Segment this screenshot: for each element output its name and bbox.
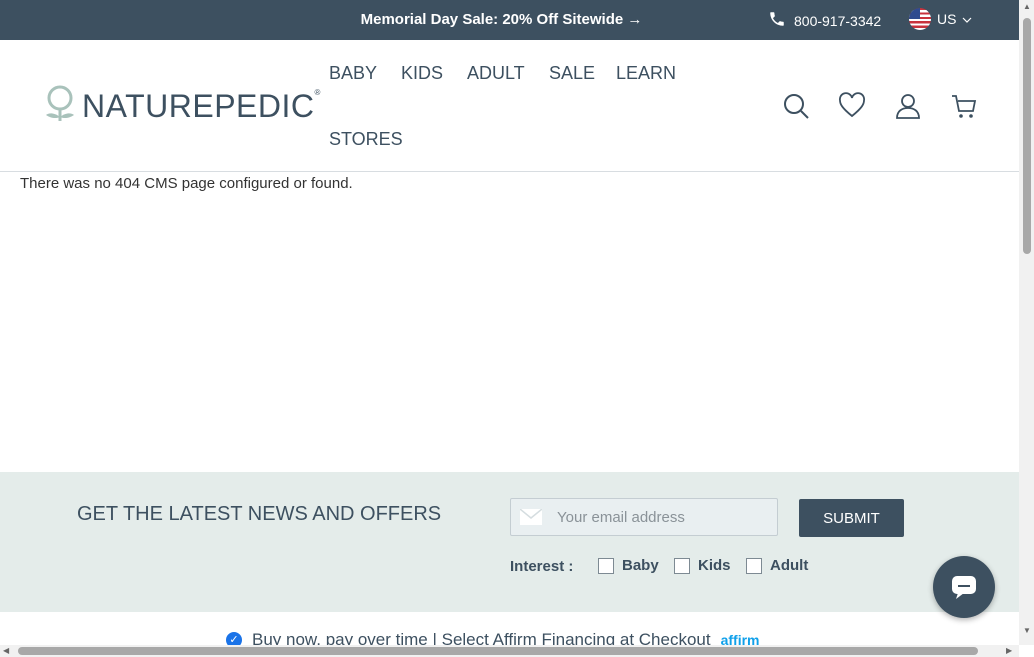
nav-item-learn[interactable]: LEARN [616, 63, 676, 84]
phone-number: 800-917-3342 [794, 12, 882, 29]
country-label: US [937, 11, 957, 27]
newsletter-title: GET THE LATEST NEWS AND OFFERS [77, 503, 442, 525]
email-input[interactable] [557, 499, 767, 535]
nav-item-adult[interactable]: ADULT [467, 63, 525, 84]
submit-button[interactable]: SUBMIT [799, 499, 904, 537]
chevron-down-icon [962, 11, 972, 27]
scroll-right-arrow-icon[interactable]: ▶ [1006, 646, 1012, 655]
phone-icon [768, 10, 786, 31]
nav-item-kids[interactable]: KIDS [401, 63, 443, 84]
logo-text: NATUREPEDIC® [82, 88, 321, 124]
horizontal-scroll-thumb[interactable] [18, 647, 978, 655]
checkbox-box[interactable] [746, 557, 762, 574]
scroll-left-arrow-icon[interactable]: ◀ [3, 646, 9, 655]
promo-bar: Memorial Day Sale: 20% Off Sitewide → 80… [0, 0, 1019, 40]
wishlist-heart-icon[interactable] [838, 92, 866, 120]
checkbox-label: Kids [698, 557, 731, 574]
interest-adult-checkbox[interactable]: Adult [746, 557, 808, 574]
site-logo[interactable]: NATUREPEDIC® [44, 84, 321, 129]
vertical-scrollbar[interactable]: ▲ ▼ [1019, 0, 1034, 645]
us-flag-icon [909, 8, 931, 30]
chat-button[interactable] [933, 556, 995, 618]
envelope-icon [520, 509, 542, 525]
logo-flower-icon [44, 84, 76, 129]
checkbox-box[interactable] [674, 557, 690, 574]
checkbox-box[interactable] [598, 557, 614, 574]
nav-item-sale[interactable]: SALE [549, 63, 595, 84]
chat-bubble-icon [952, 576, 976, 599]
checkbox-label: Adult [770, 557, 809, 574]
interest-label: Interest : [510, 558, 574, 575]
country-selector[interactable]: US [909, 8, 972, 30]
newsletter-section: GET THE LATEST NEWS AND OFFERS SUBMIT In… [0, 472, 1019, 612]
phone-link[interactable]: 800-917-3342 [768, 10, 881, 31]
account-icon[interactable] [894, 92, 922, 120]
horizontal-scrollbar[interactable]: ◀ ▶ [0, 645, 1019, 657]
search-icon[interactable] [782, 92, 810, 120]
vertical-scroll-thumb[interactable] [1023, 18, 1031, 254]
cart-icon[interactable] [950, 92, 978, 120]
interest-baby-checkbox[interactable]: Baby [598, 557, 659, 574]
email-field-wrapper [510, 498, 778, 536]
nav-item-stores[interactable]: STORES [329, 129, 403, 150]
nav-item-baby[interactable]: BABY [329, 63, 377, 84]
scroll-down-arrow-icon[interactable]: ▼ [1023, 626, 1031, 635]
interest-kids-checkbox[interactable]: Kids [674, 557, 731, 574]
site-header: NATUREPEDIC® BABY KIDS ADULT SALE LEARN … [0, 40, 1019, 172]
not-found-message: There was no 404 CMS page configured or … [20, 175, 353, 192]
scroll-up-arrow-icon[interactable]: ▲ [1023, 2, 1031, 11]
checkbox-label: Baby [622, 557, 659, 574]
